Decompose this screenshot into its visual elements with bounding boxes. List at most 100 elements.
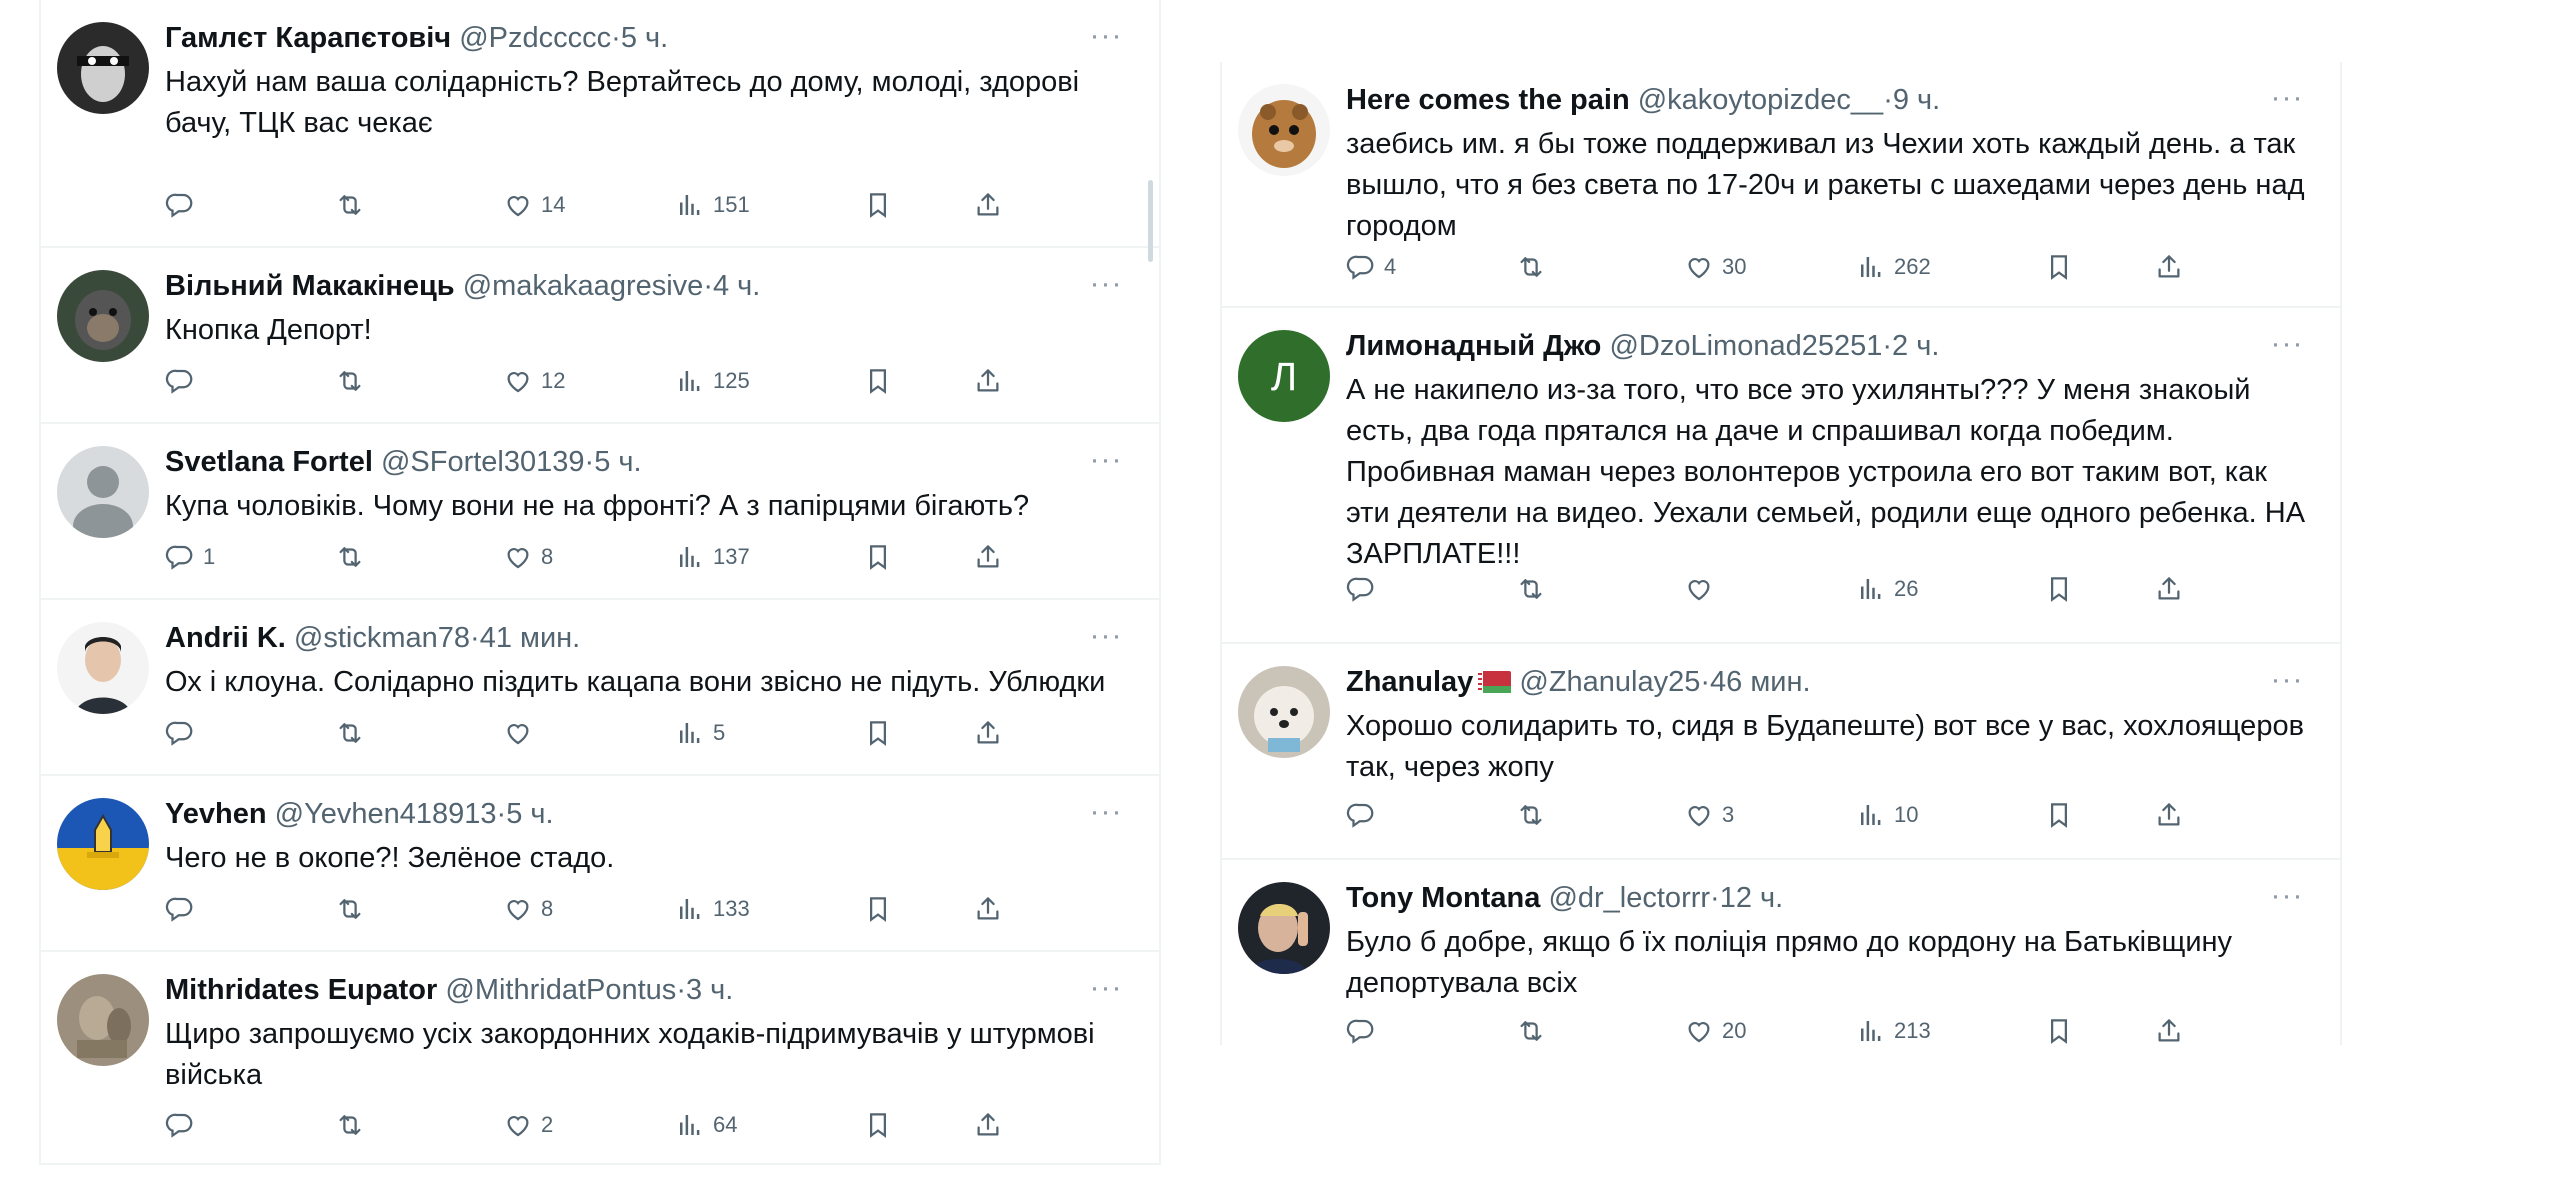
like-button[interactable]: 12 <box>503 364 565 398</box>
timestamp[interactable]: 46 мин. <box>1710 666 1811 698</box>
display-name[interactable]: Вільний Макакінець <box>165 270 455 302</box>
like-button[interactable]: 3 <box>1684 798 1734 832</box>
views-button[interactable]: 10 <box>1856 798 1918 832</box>
like-button[interactable]: 20 <box>1684 1014 1746 1045</box>
bookmark-button[interactable] <box>2044 572 2074 606</box>
reply-button[interactable] <box>1346 572 1384 606</box>
retweet-button[interactable] <box>1516 250 1554 284</box>
like-button[interactable] <box>503 716 541 750</box>
more-icon[interactable]: ··· <box>2270 665 2304 695</box>
avatar[interactable] <box>57 974 149 1066</box>
views-button[interactable]: 64 <box>675 1108 737 1142</box>
avatar[interactable] <box>57 446 149 538</box>
like-button[interactable] <box>1684 572 1722 606</box>
timestamp[interactable]: 5 ч. <box>621 22 668 54</box>
handle[interactable]: @Pzdccccc <box>459 22 611 54</box>
display-name[interactable]: Гамлєт Карапєтовіч <box>165 22 451 54</box>
tweet[interactable]: Svetlana Fortel @SFortel30139·5 ч. ··· Куп… <box>41 424 1159 600</box>
views-button[interactable]: 151 <box>675 188 750 222</box>
timestamp[interactable]: 9 ч. <box>1893 84 1940 116</box>
more-icon[interactable]: ··· <box>1089 21 1123 51</box>
retweet-button[interactable] <box>1516 1014 1554 1045</box>
like-button[interactable]: 14 <box>503 188 565 222</box>
more-icon[interactable]: ··· <box>1089 797 1123 827</box>
reply-button[interactable]: 1 <box>165 540 215 574</box>
avatar[interactable]: Л <box>1238 330 1330 422</box>
views-button[interactable]: 133 <box>675 892 750 926</box>
timestamp[interactable]: 4 ч. <box>713 270 760 302</box>
share-button[interactable] <box>2154 1014 2184 1045</box>
like-button[interactable]: 30 <box>1684 250 1746 284</box>
views-button[interactable]: 5 <box>675 716 725 750</box>
reply-button[interactable]: 4 <box>1346 250 1396 284</box>
share-button[interactable] <box>973 188 1003 222</box>
tweet[interactable]: Yevhen @Yevhen418913·5 ч. ··· Чего не в ок… <box>41 776 1159 952</box>
more-icon[interactable]: ··· <box>2270 881 2304 911</box>
share-button[interactable] <box>2154 572 2184 606</box>
timestamp[interactable]: 3 ч. <box>686 974 733 1006</box>
avatar[interactable] <box>57 622 149 714</box>
reply-button[interactable] <box>165 1108 203 1142</box>
retweet-button[interactable] <box>335 892 373 926</box>
retweet-button[interactable] <box>335 540 373 574</box>
bookmark-button[interactable] <box>863 716 893 750</box>
display-name[interactable]: Лимонадный Джо <box>1346 330 1601 362</box>
tweet[interactable]: Tony Montana @dr_lectorrr·12 ч. ··· Було б… <box>1222 860 2340 1045</box>
handle[interactable]: @kakoytopizdec__ <box>1638 84 1883 116</box>
retweet-button[interactable] <box>1516 572 1554 606</box>
like-button[interactable]: 8 <box>503 540 553 574</box>
display-name[interactable]: Tony Montana <box>1346 882 1540 914</box>
retweet-button[interactable] <box>335 1108 373 1142</box>
views-button[interactable]: 262 <box>1856 250 1931 284</box>
tweet[interactable]: Mithridates Eupator @MithridatPontus·3 ч… <box>41 952 1159 1165</box>
views-button[interactable]: 125 <box>675 364 750 398</box>
tweet[interactable]: Гамлєт Карапєтовіч @Pzdccccc·5 ч. ··· Наху… <box>41 0 1159 248</box>
timestamp[interactable]: 5 ч. <box>506 798 553 830</box>
share-button[interactable] <box>973 1108 1003 1142</box>
tweet[interactable]: Here comes the pain @kakoytopizdec__·9 ч… <box>1222 62 2340 308</box>
handle[interactable]: @dr_lectorrr <box>1548 882 1710 914</box>
handle[interactable]: @Yevhen418913 <box>275 798 497 830</box>
share-button[interactable] <box>973 716 1003 750</box>
bookmark-button[interactable] <box>863 1108 893 1142</box>
share-button[interactable] <box>973 892 1003 926</box>
reply-button[interactable] <box>165 892 203 926</box>
bookmark-button[interactable] <box>2044 250 2074 284</box>
display-name[interactable]: Here comes the pain <box>1346 84 1630 116</box>
display-name[interactable]: Andrii K. <box>165 622 286 654</box>
share-button[interactable] <box>973 364 1003 398</box>
bookmark-button[interactable] <box>863 364 893 398</box>
retweet-button[interactable] <box>335 716 373 750</box>
tweet[interactable]: Вільний Макакінець @makakaagresive·4 ч. ·… <box>41 248 1159 424</box>
share-button[interactable] <box>973 540 1003 574</box>
more-icon[interactable]: ··· <box>2270 83 2304 113</box>
timestamp[interactable]: 2 ч. <box>1892 330 1939 362</box>
share-button[interactable] <box>2154 250 2184 284</box>
more-icon[interactable]: ··· <box>1089 973 1123 1003</box>
avatar[interactable] <box>57 22 149 114</box>
like-button[interactable]: 2 <box>503 1108 553 1142</box>
handle[interactable]: @makakaagresive <box>463 270 704 302</box>
bookmark-button[interactable] <box>863 892 893 926</box>
avatar[interactable] <box>57 798 149 890</box>
tweet[interactable]: Zhanulay @Zhanulay25·46 мин. ··· Хорошо со… <box>1222 644 2340 860</box>
views-button[interactable]: 137 <box>675 540 750 574</box>
reply-button[interactable] <box>1346 798 1384 832</box>
handle[interactable]: @DzoLimonad25251 <box>1609 330 1882 362</box>
reply-button[interactable] <box>165 716 203 750</box>
handle[interactable]: @Zhanulay25 <box>1519 666 1700 698</box>
timestamp[interactable]: 5 ч. <box>594 446 641 478</box>
retweet-button[interactable] <box>1516 798 1554 832</box>
like-button[interactable]: 8 <box>503 892 553 926</box>
tweet[interactable]: Andrii K. @stickman78·41 мин. ··· Ох і кло… <box>41 600 1159 776</box>
bookmark-button[interactable] <box>863 540 893 574</box>
avatar[interactable] <box>1238 882 1330 974</box>
timestamp[interactable]: 12 ч. <box>1720 882 1783 914</box>
reply-button[interactable] <box>1346 1014 1384 1045</box>
more-icon[interactable]: ··· <box>1089 445 1123 475</box>
display-name[interactable]: Yevhen <box>165 798 267 830</box>
scrollbar[interactable] <box>1148 180 1153 262</box>
more-icon[interactable]: ··· <box>1089 269 1123 299</box>
tweet[interactable]: Л Лимонадный Джо @DzoLimonad25251·2 ч. ···… <box>1222 308 2340 644</box>
timestamp[interactable]: 41 мин. <box>480 622 581 654</box>
